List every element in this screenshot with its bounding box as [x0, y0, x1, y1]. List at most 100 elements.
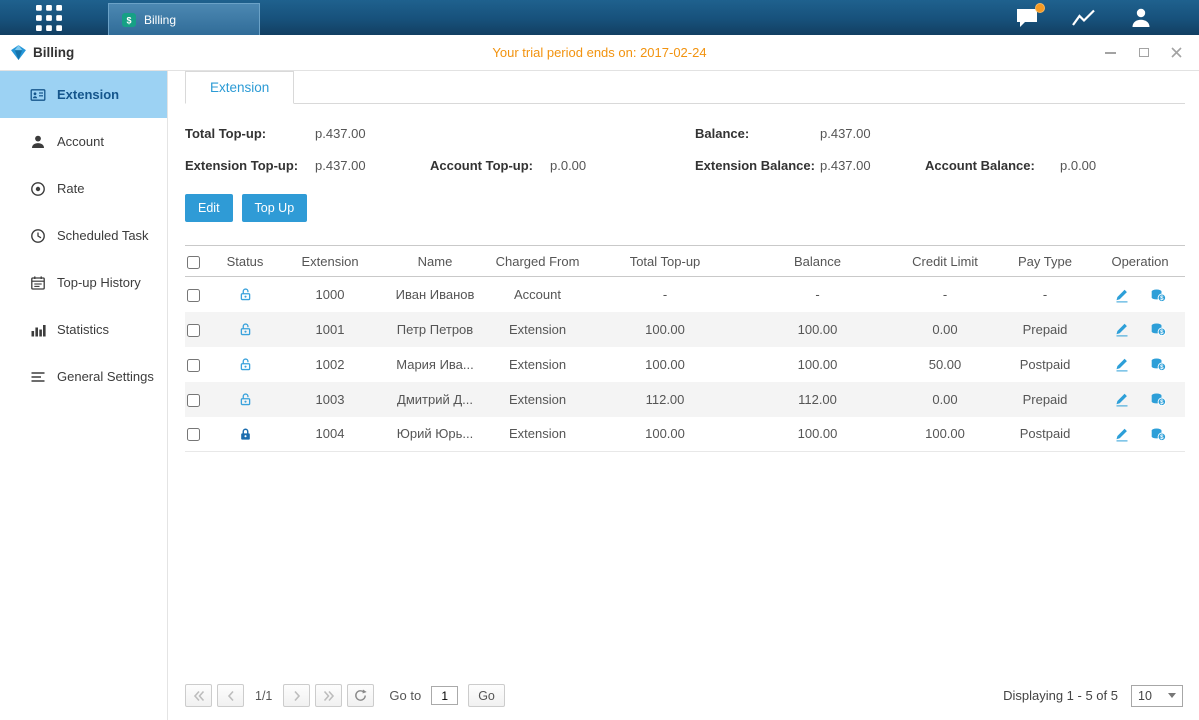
maximize-icon[interactable]	[1137, 46, 1150, 59]
cell-name: Иван Иванов	[385, 277, 485, 312]
cell-pay-type: -	[995, 277, 1095, 312]
select-all-checkbox[interactable]	[187, 256, 200, 269]
status-lock-icon	[215, 312, 275, 347]
billing-summary: Total Top-up: p.437.00 Balance: p.437.00…	[185, 126, 1185, 173]
cell-charged-from: Account	[485, 277, 590, 312]
total-topup-label: Total Top-up:	[185, 126, 315, 141]
cell-extension: 1000	[275, 277, 385, 312]
row-checkbox[interactable]	[187, 289, 200, 302]
rate-icon	[30, 181, 46, 197]
sidebar-item-scheduled-task[interactable]: Scheduled Task	[0, 212, 167, 259]
edit-pencil-icon[interactable]	[1114, 287, 1130, 303]
goto-page-input[interactable]	[431, 686, 458, 705]
tab-extension[interactable]: Extension	[185, 71, 294, 104]
next-page-button[interactable]	[283, 684, 310, 707]
table-row: 1000 Иван Иванов Account - - - - $	[185, 277, 1185, 312]
prev-page-button[interactable]	[217, 684, 244, 707]
cell-credit-limit: 0.00	[895, 382, 995, 417]
close-icon[interactable]	[1170, 46, 1183, 59]
cell-extension: 1002	[275, 347, 385, 382]
window-title: Billing	[33, 45, 74, 60]
sidebar-item-statistics[interactable]: Statistics	[0, 306, 167, 353]
sidebar-item-label: General Settings	[57, 369, 154, 384]
svg-text:$: $	[126, 15, 131, 25]
col-header-operation: Operation	[1095, 246, 1185, 277]
extension-balance-label: Extension Balance:	[695, 158, 820, 173]
cell-balance: 100.00	[740, 347, 895, 382]
user-account-icon[interactable]	[1129, 6, 1153, 30]
edit-pencil-icon[interactable]	[1114, 356, 1130, 372]
cell-balance: -	[740, 277, 895, 312]
svg-text:$: $	[1160, 399, 1164, 406]
cell-credit-limit: 0.00	[895, 312, 995, 347]
edit-pencil-icon[interactable]	[1114, 321, 1130, 337]
cell-operation: $	[1095, 382, 1185, 417]
cell-total-topup: 100.00	[590, 312, 740, 347]
cell-credit-limit: 50.00	[895, 347, 995, 382]
row-checkbox[interactable]	[187, 428, 200, 441]
col-header-pay-type: Pay Type	[995, 246, 1095, 277]
refresh-icon[interactable]	[347, 684, 374, 707]
sidebar-item-label: Rate	[57, 181, 84, 196]
col-header-name: Name	[385, 246, 485, 277]
cell-credit-limit: 100.00	[895, 417, 995, 452]
cell-credit-limit: -	[895, 277, 995, 312]
top-up-money-icon[interactable]: $	[1150, 391, 1166, 407]
content-area: Extension Account Rate Scheduled Task To…	[0, 71, 1199, 720]
account-balance-value: p.0.00	[1060, 158, 1185, 173]
extension-table: Status Extension Name Charged From Total…	[185, 245, 1185, 452]
cell-balance: 100.00	[740, 312, 895, 347]
edit-pencil-icon[interactable]	[1114, 391, 1130, 407]
cell-name: Дмитрий Д...	[385, 382, 485, 417]
sidebar-item-account[interactable]: Account	[0, 118, 167, 165]
cell-charged-from: Extension	[485, 417, 590, 452]
pagination-bar: 1/1 Go to Go Displaying 1 - 5 of 5	[185, 684, 1185, 707]
top-up-money-icon[interactable]: $	[1150, 287, 1166, 303]
account-balance-label: Account Balance:	[925, 158, 1060, 173]
go-button[interactable]: Go	[468, 684, 505, 707]
cell-charged-from: Extension	[485, 347, 590, 382]
cell-extension: 1004	[275, 417, 385, 452]
table-header-row: Status Extension Name Charged From Total…	[185, 246, 1185, 277]
top-up-money-icon[interactable]: $	[1150, 321, 1166, 337]
top-up-money-icon[interactable]: $	[1150, 356, 1166, 372]
sidebar-item-rate[interactable]: Rate	[0, 165, 167, 212]
page-size-dropdown[interactable]: 10	[1131, 685, 1183, 707]
page-indicator: 1/1	[255, 689, 272, 703]
cell-name: Юрий Юрь...	[385, 417, 485, 452]
extension-balance-value: p.437.00	[820, 158, 925, 173]
monitor-chart-icon[interactable]	[1071, 7, 1097, 29]
col-header-status: Status	[215, 246, 275, 277]
window-controls	[1104, 46, 1199, 59]
cell-total-topup: 100.00	[590, 347, 740, 382]
chat-icon[interactable]	[1015, 7, 1039, 28]
topbar: $ Billing	[0, 0, 1199, 35]
col-header-credit-limit: Credit Limit	[895, 246, 995, 277]
top-up-money-icon[interactable]: $	[1150, 426, 1166, 442]
sidebar-item-extension[interactable]: Extension	[0, 71, 167, 118]
row-checkbox[interactable]	[187, 324, 200, 337]
last-page-button[interactable]	[315, 684, 342, 707]
edit-pencil-icon[interactable]	[1114, 426, 1130, 442]
notification-badge	[1035, 3, 1045, 13]
cell-operation: $	[1095, 417, 1185, 452]
apps-grid-icon[interactable]	[36, 5, 62, 31]
billing-app-window: $ Billing Billing Your	[0, 0, 1199, 720]
row-checkbox[interactable]	[187, 394, 200, 407]
row-checkbox[interactable]	[187, 359, 200, 372]
sidebar-item-label: Scheduled Task	[57, 228, 149, 243]
table-row: 1003 Дмитрий Д... Extension 112.00 112.0…	[185, 382, 1185, 417]
sidebar-item-label: Account	[57, 134, 104, 149]
cell-name: Мария Ива...	[385, 347, 485, 382]
col-header-total-topup: Total Top-up	[590, 246, 740, 277]
goto-label: Go to	[389, 688, 421, 703]
sidebar-item-topup-history[interactable]: Top-up History	[0, 259, 167, 306]
edit-button[interactable]: Edit	[185, 194, 233, 222]
status-lock-icon	[215, 347, 275, 382]
minimize-icon[interactable]	[1104, 46, 1117, 59]
top-up-button[interactable]: Top Up	[242, 194, 308, 222]
topbar-billing-tab[interactable]: $ Billing	[108, 3, 260, 35]
topbar-billing-tab-label: Billing	[144, 13, 176, 27]
first-page-button[interactable]	[185, 684, 212, 707]
sidebar-item-general-settings[interactable]: General Settings	[0, 353, 167, 400]
